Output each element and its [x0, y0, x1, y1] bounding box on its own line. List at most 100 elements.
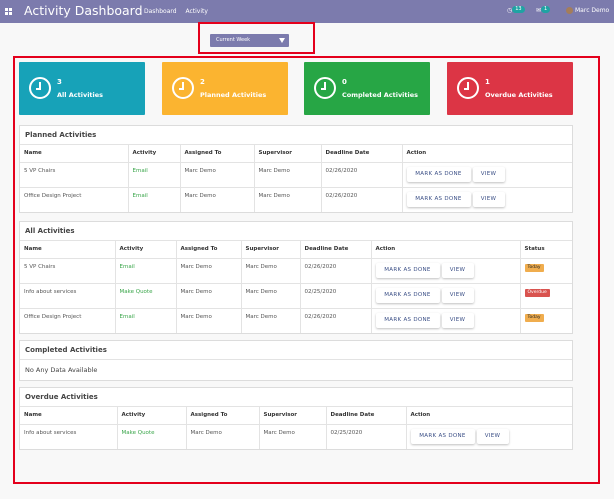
table-row: 5 VP Chairs Email Marc Demo Marc Demo 02…	[20, 258, 572, 284]
all-activities-table: Name Activity Assigned To Supervisor Dea…	[20, 241, 572, 333]
period-filter-value: Current Week	[216, 37, 251, 43]
card-label: All Activities	[57, 91, 104, 99]
user-menu[interactable]: Marc Demo	[566, 6, 609, 16]
column-header: Assigned To	[176, 241, 242, 259]
status-badge: Today	[524, 263, 544, 272]
supervisor: Marc Demo	[241, 308, 301, 333]
messages-notifications[interactable]: ✉ 1	[536, 6, 551, 16]
card-overdue-activities[interactable]: 1 Overdue Activities	[447, 62, 573, 115]
mark-as-done-button[interactable]: MARK AS DONE	[375, 287, 440, 303]
period-filter-highlight: Current Week	[198, 22, 315, 54]
activity-name: 5 VP Chairs	[20, 162, 129, 188]
card-count: 2	[200, 78, 205, 86]
status-cell: Today	[520, 258, 572, 284]
activity-name: Info about services	[20, 424, 118, 449]
activity-type: Email	[115, 258, 177, 284]
deadline-date: 02/26/2020	[300, 258, 372, 284]
mark-as-done-button[interactable]: MARK AS DONE	[375, 312, 440, 328]
mark-as-done-button[interactable]: MARK AS DONE	[410, 428, 475, 444]
view-button[interactable]: VIEW	[441, 287, 474, 303]
column-header: Supervisor	[254, 145, 322, 163]
column-header: Action	[402, 145, 572, 163]
section-title: Planned Activities	[20, 126, 572, 145]
section-title: All Activities	[20, 222, 572, 241]
column-header: Name	[20, 407, 118, 425]
view-button[interactable]: VIEW	[472, 166, 505, 182]
status-badge: Overdue	[524, 288, 550, 297]
supervisor: Marc Demo	[259, 424, 327, 449]
app-title: Activity Dashboard	[24, 3, 143, 18]
table-row: 5 VP Chairs Email Marc Demo Marc Demo 02…	[20, 162, 572, 188]
activity-notifications[interactable]: ◷ 13	[507, 6, 525, 16]
column-header: Deadline Date	[326, 407, 407, 425]
section-title: Overdue Activities	[20, 388, 572, 407]
column-header: Deadline Date	[300, 241, 372, 259]
action-cell: MARK AS DONE VIEW	[371, 283, 521, 309]
deadline-date: 02/25/2020	[300, 283, 372, 309]
overdue-activities-section: Overdue Activities Name Activity Assigne…	[19, 387, 573, 450]
table-row: Info about services Make Quote Marc Demo…	[20, 424, 572, 449]
activity-type: Email	[128, 187, 181, 212]
column-header: Status	[520, 241, 572, 259]
menu-item-dashboard[interactable]: Dashboard	[144, 8, 177, 15]
column-header: Action	[371, 241, 521, 259]
supervisor: Marc Demo	[241, 258, 301, 284]
overdue-activities-table: Name Activity Assigned To Supervisor Dea…	[20, 407, 572, 449]
table-row: Office Design Project Email Marc Demo Ma…	[20, 187, 572, 212]
view-button[interactable]: VIEW	[476, 428, 509, 444]
top-menu: Dashboard Activity	[144, 7, 215, 16]
supervisor: Marc Demo	[254, 162, 322, 188]
all-activities-section: All Activities Name Activity Assigned To…	[19, 221, 573, 334]
apps-grid-icon[interactable]	[5, 8, 12, 15]
activity-type: Make Quote	[115, 283, 177, 309]
user-name: Marc Demo	[575, 7, 610, 14]
activity-type: Email	[128, 162, 181, 188]
column-header: Deadline Date	[321, 145, 403, 163]
view-button[interactable]: VIEW	[441, 262, 474, 278]
column-header: Activity	[128, 145, 181, 163]
column-header: Action	[406, 407, 572, 425]
clock-icon	[29, 77, 51, 99]
card-planned-activities[interactable]: 2 Planned Activities	[162, 62, 288, 115]
card-count: 3	[57, 78, 62, 86]
clock-icon	[314, 77, 336, 99]
table-row: Office Design Project Email Marc Demo Ma…	[20, 308, 572, 333]
deadline-date: 02/26/2020	[321, 162, 403, 188]
view-button[interactable]: VIEW	[472, 191, 505, 207]
mark-as-done-button[interactable]: MARK AS DONE	[406, 166, 471, 182]
column-header: Assigned To	[186, 407, 260, 425]
column-header: Supervisor	[241, 241, 301, 259]
message-count-badge: 1	[541, 6, 551, 13]
activity-name: Office Design Project	[20, 187, 129, 212]
card-label: Overdue Activities	[485, 91, 553, 99]
deadline-date: 02/26/2020	[321, 187, 403, 212]
planned-activities-section: Planned Activities Name Activity Assigne…	[19, 125, 573, 213]
activity-name: 5 VP Chairs	[20, 258, 116, 284]
avatar	[566, 7, 573, 14]
period-filter-select[interactable]: Current Week	[210, 34, 289, 47]
deadline-date: 02/26/2020	[300, 308, 372, 333]
status-cell: Today	[520, 308, 572, 333]
mark-as-done-button[interactable]: MARK AS DONE	[375, 262, 440, 278]
supervisor: Marc Demo	[241, 283, 301, 309]
card-label: Completed Activities	[342, 91, 419, 99]
card-label: Planned Activities	[200, 91, 267, 99]
assigned-to: Marc Demo	[180, 187, 255, 212]
card-count: 0	[342, 78, 347, 86]
view-button[interactable]: VIEW	[441, 312, 474, 328]
clock-icon	[172, 77, 194, 99]
clock-icon	[457, 77, 479, 99]
assigned-to: Marc Demo	[176, 308, 242, 333]
column-header: Name	[20, 145, 129, 163]
activity-name: Office Design Project	[20, 308, 116, 333]
status-badge: Today	[524, 313, 544, 322]
card-completed-activities[interactable]: 0 Completed Activities	[304, 62, 430, 115]
card-count: 1	[485, 78, 490, 86]
column-header: Activity	[115, 241, 177, 259]
card-all-activities[interactable]: 3 All Activities	[19, 62, 145, 115]
assigned-to: Marc Demo	[176, 258, 242, 284]
mark-as-done-button[interactable]: MARK AS DONE	[406, 191, 471, 207]
action-cell: MARK AS DONE VIEW	[402, 187, 572, 212]
menu-item-activity[interactable]: Activity	[185, 8, 207, 15]
action-cell: MARK AS DONE VIEW	[371, 258, 521, 284]
